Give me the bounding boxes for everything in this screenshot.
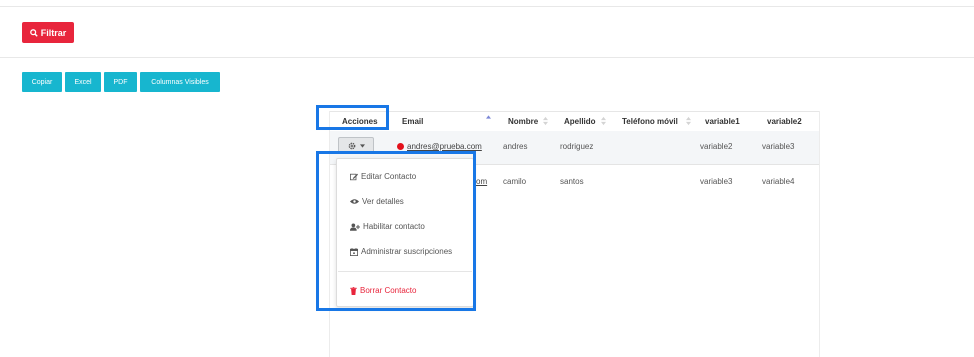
variable1-cell: variable3 — [700, 177, 733, 186]
gear-icon — [348, 142, 355, 149]
table-header: Acciones Email Nombre Apellido Teléfono … — [330, 111, 819, 132]
sort-asc-icon[interactable] — [486, 112, 491, 122]
email-link[interactable]: om — [476, 177, 487, 186]
copy-button-label: Copiar — [31, 78, 53, 86]
email-link[interactable]: andres@prueba.com — [407, 142, 482, 151]
filter-button[interactable]: Filtrar — [22, 22, 74, 43]
user-plus-icon — [350, 223, 360, 231]
actions-dropdown-button[interactable] — [338, 137, 374, 154]
menu-item-label: Habilitar contacto — [363, 222, 425, 231]
variable1-cell: variable2 — [700, 142, 733, 151]
nombre-cell: camilo — [503, 177, 527, 186]
visible-columns-button[interactable]: Columnas Visibles — [140, 72, 220, 92]
menu-item-edit-contact[interactable]: Editar Contacto — [350, 172, 416, 181]
column-variable1[interactable]: variable1 — [705, 117, 740, 126]
menu-item-label: Administrar suscripciones — [361, 247, 453, 256]
excel-button-label: Excel — [74, 78, 92, 86]
menu-divider — [338, 271, 472, 272]
visible-columns-button-label: Columnas Visibles — [151, 78, 209, 86]
sort-icon[interactable] — [686, 116, 691, 126]
top-divider — [0, 6, 974, 7]
menu-item-delete-contact[interactable]: Borrar Contacto — [350, 286, 416, 295]
apellido-cell: rodriguez — [560, 142, 594, 151]
nombre-cell: andres — [503, 142, 528, 151]
menu-item-view-details[interactable]: Ver detalles — [350, 197, 404, 206]
menu-item-enable-contact[interactable]: Habilitar contacto — [350, 222, 425, 231]
excel-button[interactable]: Excel — [65, 72, 101, 92]
caret-down-icon — [359, 143, 365, 148]
filter-divider — [0, 57, 974, 58]
menu-item-label: Borrar Contacto — [360, 286, 417, 295]
column-acciones[interactable]: Acciones — [342, 117, 378, 126]
edit-icon — [350, 173, 358, 180]
apellido-cell: santos — [560, 177, 584, 186]
filter-button-label: Filtrar — [40, 27, 67, 38]
variable2-cell: variable4 — [762, 177, 795, 186]
menu-item-label: Editar Contacto — [361, 172, 417, 181]
actions-dropdown-menu: Editar Contacto Ver detalles Habilitar c… — [336, 158, 474, 307]
status-dot — [397, 143, 404, 150]
sort-icon[interactable] — [543, 116, 548, 126]
pdf-button-label: PDF — [113, 78, 128, 86]
variable2-cell: variable3 — [762, 142, 795, 151]
column-email[interactable]: Email — [402, 117, 423, 126]
sort-icon[interactable] — [601, 116, 606, 126]
pdf-button[interactable]: PDF — [104, 72, 137, 92]
column-nombre[interactable]: Nombre — [508, 117, 538, 126]
menu-item-label: Ver detalles — [362, 197, 404, 206]
search-icon — [29, 28, 38, 37]
calendar-icon — [350, 247, 358, 256]
menu-item-manage-subscriptions[interactable]: Administrar suscripciones — [350, 247, 452, 256]
column-variable2[interactable]: variable2 — [767, 117, 802, 126]
eye-icon — [350, 199, 359, 204]
column-apellido[interactable]: Apellido — [564, 117, 596, 126]
column-telefono[interactable]: Teléfono móvil — [622, 117, 678, 126]
copy-button[interactable]: Copiar — [22, 72, 62, 92]
trash-icon — [350, 286, 357, 295]
